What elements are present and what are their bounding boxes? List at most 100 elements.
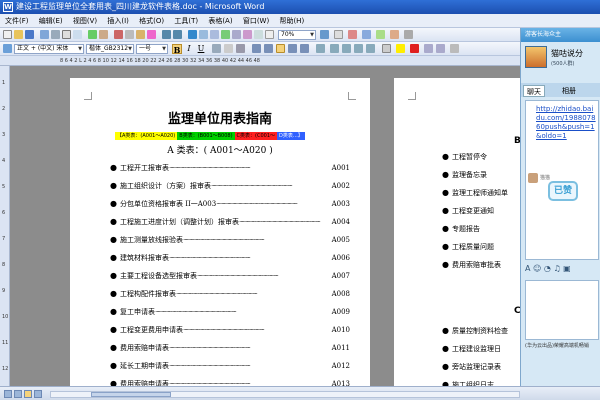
print-icon[interactable] (62, 30, 71, 39)
zoom-select[interactable]: 70% ▼ (278, 30, 316, 40)
styles-pane-icon[interactable] (3, 44, 12, 53)
toc-entry[interactable]: ● 监理备忘录 (442, 168, 520, 182)
font-tool-icon[interactable]: A (525, 264, 530, 273)
menu-help[interactable]: 帮助(H) (279, 14, 304, 28)
scroll-thumb[interactable] (91, 392, 171, 397)
shrink-font-icon[interactable] (436, 44, 445, 53)
numbering-icon[interactable] (330, 44, 339, 53)
toc-entry[interactable]: ● 施工组织设计（方案）报审表··························… (110, 179, 350, 193)
menu-table[interactable]: 表格(A) (208, 14, 232, 28)
chat-link[interactable]: http://zhidao.baidu.com/198807860push&pu… (536, 105, 596, 141)
menu-file[interactable]: 文件(F) (5, 14, 29, 28)
vertical-ruler[interactable]: 1 2 3 4 5 6 7 8 9 10 11 12 (0, 66, 10, 386)
document-area[interactable]: 监理单位用表指南 【A类表：(A001～A020) B类表：(B001～B008)… (10, 66, 520, 386)
paste-icon[interactable] (136, 30, 145, 39)
toc-entry[interactable]: ● 工程施工进度计划（调整计划）报审表······················… (110, 215, 350, 229)
print-layout-icon[interactable] (24, 390, 32, 398)
bold-button[interactable]: B (172, 44, 182, 55)
horizontal-ruler[interactable]: 8 6 4 2 L 2 4 6 8 10 12 14 16 18 20 22 2… (0, 56, 600, 66)
toc-entry[interactable]: ● 工程开工报审表································… (110, 161, 350, 175)
format-painter-icon[interactable] (147, 30, 156, 39)
redo-icon[interactable] (173, 30, 182, 39)
emoji-icon[interactable]: ☺ (533, 264, 541, 273)
increase-indent-icon[interactable] (366, 44, 375, 53)
document-map-icon[interactable] (254, 30, 263, 39)
menu-view[interactable]: 视图(V) (73, 14, 97, 28)
toc-entry[interactable]: ● 监理工程师通知单 (442, 186, 520, 200)
toc-entry[interactable]: ● 旁站监理记录表 (442, 360, 520, 374)
font-size-select[interactable]: 一号 ▼ (136, 44, 168, 54)
group-avatar[interactable] (525, 46, 547, 68)
email-icon[interactable] (51, 30, 60, 39)
char-border-icon[interactable] (212, 44, 221, 53)
highlight-icon[interactable] (396, 44, 405, 53)
qq-chat-window[interactable]: 游客长海众主 猫咕说分 (500人群) 聊天 相册 http://zhidao.… (520, 28, 600, 386)
copy-icon[interactable] (125, 30, 134, 39)
justify-icon[interactable] (288, 44, 297, 53)
shake-icon[interactable]: ◔ (544, 264, 551, 273)
toolbar-extra-icon-3[interactable] (376, 30, 385, 39)
menu-window[interactable]: 窗口(W) (243, 14, 269, 28)
menu-tools[interactable]: 工具(T) (174, 14, 198, 28)
sender-avatar[interactable] (528, 173, 538, 183)
chat-messages[interactable]: http://zhidao.baidu.com/198807860push&pu… (525, 100, 599, 260)
insert-table-icon[interactable] (210, 30, 219, 39)
font-select[interactable]: 楷体_GB2312 ▼ (86, 44, 134, 54)
tables-borders-icon[interactable] (199, 30, 208, 39)
menu-format[interactable]: 格式(O) (139, 14, 164, 28)
print-preview-icon[interactable] (73, 30, 82, 39)
horizontal-scrollbar[interactable] (50, 391, 520, 398)
toc-entry[interactable]: ● 分包单位资格报审表 II一A003······················… (110, 197, 350, 211)
research-icon[interactable] (99, 30, 108, 39)
hyperlink-icon[interactable] (188, 30, 197, 39)
reading-mode-icon[interactable] (334, 30, 343, 39)
normal-view-icon[interactable] (4, 390, 12, 398)
toc-entry[interactable]: ● 工程质量问题 (442, 240, 520, 254)
save-icon[interactable] (25, 30, 34, 39)
columns-icon[interactable] (232, 30, 241, 39)
permission-icon[interactable] (40, 30, 49, 39)
outline-view-icon[interactable] (34, 390, 42, 398)
drawing-icon[interactable] (243, 30, 252, 39)
insert-excel-icon[interactable] (221, 30, 230, 39)
ad-banner[interactable]: (华为云出品)荣耀高端机畅销 (525, 342, 599, 354)
image-icon[interactable]: ▣ (563, 264, 571, 273)
font-color-icon[interactable] (410, 44, 419, 53)
cut-icon[interactable] (114, 30, 123, 39)
align-center-icon[interactable] (264, 44, 273, 53)
outside-border-icon[interactable] (382, 44, 391, 53)
char-scale-icon[interactable] (236, 44, 245, 53)
align-left-icon[interactable] (252, 44, 261, 53)
toc-entry[interactable]: ● 主要工程设备选型报审表····························… (110, 269, 350, 283)
enlarge-font-icon[interactable] (424, 44, 433, 53)
char-shading-icon[interactable] (224, 44, 233, 53)
toc-entry[interactable]: ● 复工申请表··································… (110, 305, 350, 319)
spelling-icon[interactable] (88, 30, 97, 39)
distributed-icon[interactable] (300, 44, 309, 53)
menu-insert[interactable]: 插入(I) (107, 14, 129, 28)
message-input[interactable] (525, 280, 599, 340)
document-page-1[interactable]: 监理单位用表指南 【A类表：(A001～A020) B类表：(B001～B008)… (70, 78, 370, 386)
toc-entry[interactable]: ● 工程暂停令 (442, 150, 520, 164)
web-view-icon[interactable] (14, 390, 22, 398)
toolbar-extra-icon-2[interactable] (362, 30, 371, 39)
toolbar-extra-icon[interactable] (348, 30, 357, 39)
open-folder-icon[interactable] (14, 30, 23, 39)
voice-icon[interactable]: ♫ (553, 264, 560, 273)
underline-button[interactable]: U (196, 44, 206, 54)
toolbar-options-icon[interactable] (450, 44, 459, 53)
bullets-icon[interactable] (342, 44, 351, 53)
toc-entry[interactable]: ● 费用索赔申请表································… (110, 377, 350, 386)
toc-entry[interactable]: ● 工程构配件报审表·······························… (110, 287, 350, 301)
toolbar-extra-icon-4[interactable] (390, 30, 399, 39)
undo-icon[interactable] (162, 30, 171, 39)
toolbar-extra-icon-5[interactable] (404, 30, 413, 39)
tab-chat[interactable]: 聊天 (523, 85, 545, 97)
document-page-2[interactable]: B C ● 工程暂停令 ● 监理备忘录 ● 监理工程师通知单 ● 工程变更通知 ● 专题报告 ● 工程… (394, 78, 520, 386)
tab-album[interactable]: 相册 (559, 85, 579, 97)
menu-edit[interactable]: 编辑(E) (39, 14, 63, 28)
new-document-icon[interactable] (3, 30, 12, 39)
align-right-icon[interactable] (276, 44, 285, 53)
toc-entry[interactable]: ● 建筑材料报审表································… (110, 251, 350, 265)
toc-entry[interactable]: ● 工程变更费用申请表······························… (110, 323, 350, 337)
